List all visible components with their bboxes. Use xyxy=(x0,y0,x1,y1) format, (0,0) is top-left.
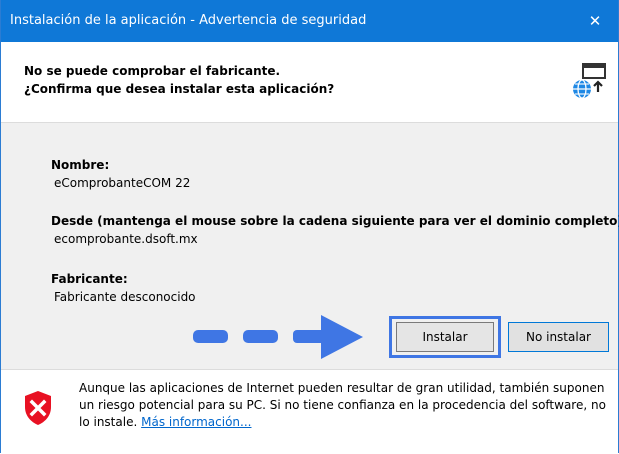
shield-warning-icon xyxy=(25,391,51,425)
header-line-2: ¿Confirma que desea instalar esta aplica… xyxy=(24,82,335,96)
install-button[interactable]: Instalar xyxy=(396,322,494,352)
warning-text-block: Aunque las aplicaciones de Internet pued… xyxy=(79,380,612,431)
security-warning-dialog: Instalación de la aplicación - Advertenc… xyxy=(0,0,619,454)
dashed-arrow-icon xyxy=(193,315,363,359)
window-title: Instalación de la aplicación - Advertenc… xyxy=(10,13,367,28)
more-info-link[interactable]: Más información... xyxy=(141,415,251,429)
publisher-value: Fabricante desconocido xyxy=(54,290,196,304)
publisher-label: Fabricante: xyxy=(51,272,128,286)
close-button[interactable]: ✕ xyxy=(572,0,618,42)
dont-install-button[interactable]: No instalar xyxy=(508,322,609,352)
title-bar: Instalación de la aplicación - Advertenc… xyxy=(1,0,618,42)
warning-footer: Aunque las aplicaciones de Internet pued… xyxy=(1,369,618,454)
from-label: Desde (mantenga el mouse sobre la cadena… xyxy=(51,214,619,228)
from-value: ecomprobante.dsoft.mx xyxy=(54,232,198,246)
name-value: eComprobanteCOM 22 xyxy=(54,176,191,190)
dialog-header: No se puede comprobar el fabricante. ¿Co… xyxy=(1,42,618,123)
close-icon: ✕ xyxy=(588,12,602,30)
header-line-1: No se puede comprobar el fabricante. xyxy=(24,64,281,78)
name-label: Nombre: xyxy=(51,158,110,172)
globe-install-icon xyxy=(573,63,606,99)
